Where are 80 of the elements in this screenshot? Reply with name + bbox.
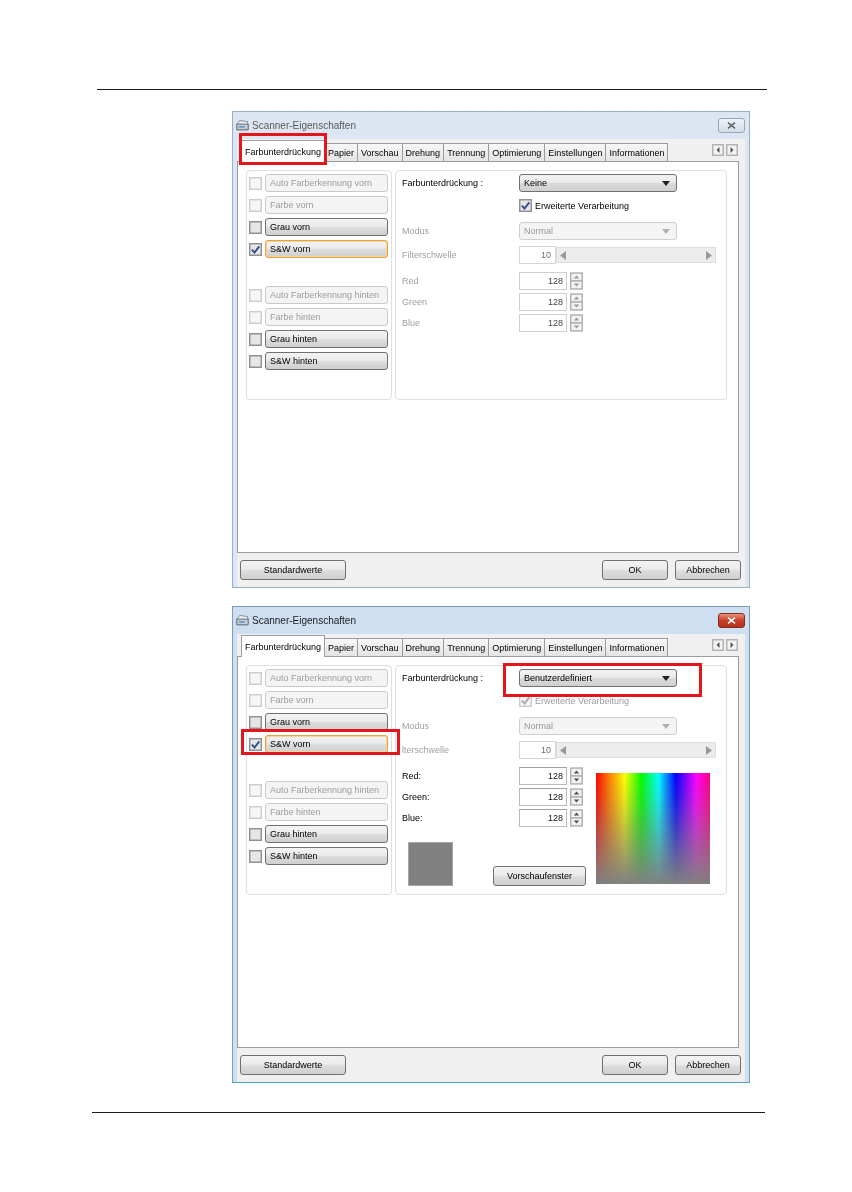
- field-label: lterschwelle: [402, 745, 451, 755]
- checkbox[interactable]: [249, 332, 262, 346]
- tab[interactable]: Informationen: [605, 638, 669, 656]
- tab[interactable]: Vorschau: [357, 638, 403, 656]
- field-label: Modus: [402, 721, 430, 731]
- preview-button[interactable]: Vorschaufenster: [493, 866, 586, 886]
- dialog-button[interactable]: Standardwerte: [240, 560, 346, 580]
- caret-icon: [662, 180, 670, 186]
- checkbox-label: Erweiterte Verarbeitung: [535, 695, 630, 706]
- tab[interactable]: Drehung: [401, 638, 445, 656]
- tab[interactable]: Papier: [324, 638, 359, 656]
- field-label: Farbunterdrückung :: [402, 178, 485, 188]
- scanner-icon: [236, 614, 249, 627]
- tab[interactable]: Farbunterdrückung: [241, 140, 326, 162]
- checkbox[interactable]: [249, 354, 262, 368]
- field-label: Modus: [402, 226, 430, 236]
- checkbox-label: Erweiterte Verarbeitung: [535, 200, 630, 211]
- value-field[interactable]: 128: [519, 788, 567, 806]
- close-icon: [727, 617, 736, 624]
- option-button[interactable]: Grau hinten: [265, 330, 388, 348]
- dialog-button[interactable]: OK: [602, 1055, 668, 1075]
- checkbox[interactable]: [249, 715, 262, 729]
- dialog-button[interactable]: Standardwerte: [240, 1055, 346, 1075]
- spinner-icon[interactable]: [570, 809, 583, 827]
- checkbox[interactable]: [249, 827, 262, 841]
- window-title: Scanner-Eigenschaften: [252, 615, 356, 626]
- checkbox[interactable]: [519, 199, 532, 212]
- tab[interactable]: Farbunterdrückung: [241, 635, 326, 657]
- left-arrow-icon[interactable]: [560, 250, 566, 260]
- dialog-button[interactable]: OK: [602, 560, 668, 580]
- window-title: Scanner-Eigenschaften: [252, 120, 356, 131]
- tab[interactable]: Trennung: [443, 143, 490, 161]
- field-label: Blue:: [402, 813, 424, 823]
- checkbox[interactable]: [249, 849, 262, 863]
- close-button[interactable]: [718, 118, 745, 133]
- tab[interactable]: Vorschau: [357, 143, 403, 161]
- checkbox[interactable]: [249, 737, 262, 751]
- tab[interactable]: Drehung: [401, 143, 445, 161]
- scanner-icon: [236, 119, 249, 132]
- field-label: Blue: [402, 318, 421, 328]
- field-label: Green:: [402, 792, 431, 802]
- swatch-icon: [408, 842, 453, 886]
- tab[interactable]: Einstellungen: [544, 638, 607, 656]
- tab[interactable]: Trennung: [443, 638, 490, 656]
- dialog-button[interactable]: Abbrechen: [675, 1055, 741, 1075]
- color-spectrum[interactable]: [596, 773, 710, 884]
- close-button[interactable]: [718, 613, 745, 628]
- option-button[interactable]: S&W hinten: [265, 847, 388, 865]
- option-button[interactable]: Grau vorn: [265, 218, 388, 236]
- field-label: Red:: [402, 771, 422, 781]
- field-label: Red: [402, 276, 420, 286]
- checkbox[interactable]: [249, 220, 262, 234]
- close-icon: [727, 122, 736, 129]
- spinner-icon[interactable]: [570, 767, 583, 785]
- option-button[interactable]: S&W hinten: [265, 352, 388, 370]
- option-button[interactable]: Grau hinten: [265, 825, 388, 843]
- dropdown[interactable]: Benutzerdefiniert: [519, 669, 677, 687]
- spinner-icon[interactable]: [570, 788, 583, 806]
- tab[interactable]: Einstellungen: [544, 143, 607, 161]
- right-arrow-icon[interactable]: [706, 250, 712, 260]
- caret-icon: [662, 675, 670, 681]
- value-field[interactable]: 128: [519, 809, 567, 827]
- option-button[interactable]: S&W vorn: [265, 735, 388, 753]
- threshold-scrollbar[interactable]: [556, 742, 716, 758]
- checkbox[interactable]: [249, 242, 262, 256]
- field-label: Farbunterdrückung :: [402, 673, 485, 683]
- tab[interactable]: Optimierung: [488, 638, 546, 656]
- left-arrow-icon[interactable]: [560, 745, 566, 755]
- field-label: Filterschwelle: [402, 250, 458, 260]
- tab[interactable]: Optimierung: [488, 143, 546, 161]
- dialog-button[interactable]: Abbrechen: [675, 560, 741, 580]
- caret-icon: [662, 228, 670, 234]
- threshold-scrollbar[interactable]: [556, 247, 716, 263]
- field-label: Green: [402, 297, 428, 307]
- dropdown[interactable]: Keine: [519, 174, 677, 192]
- tab[interactable]: Informationen: [605, 143, 669, 161]
- right-arrow-icon[interactable]: [706, 745, 712, 755]
- value-field[interactable]: 128: [519, 767, 567, 785]
- caret-icon: [662, 723, 670, 729]
- option-button[interactable]: S&W vorn: [265, 240, 388, 258]
